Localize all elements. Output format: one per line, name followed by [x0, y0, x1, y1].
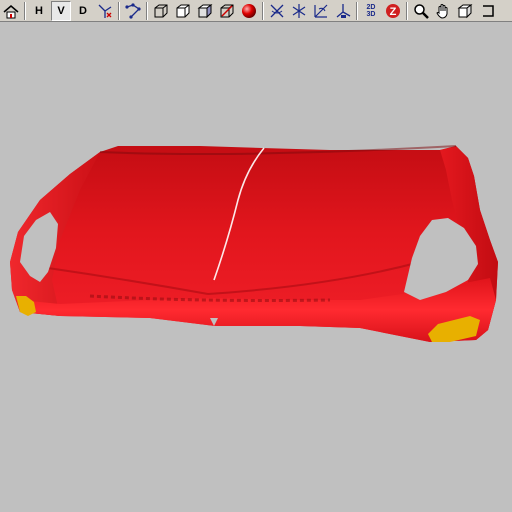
car-hood-model: [10, 145, 498, 342]
3d-viewport[interactable]: [0, 23, 512, 512]
